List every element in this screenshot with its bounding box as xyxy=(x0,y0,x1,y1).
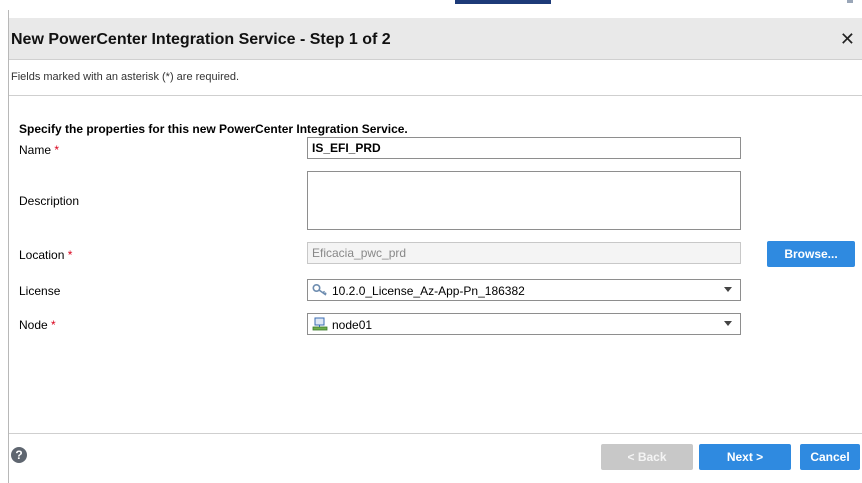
chevron-down-icon[interactable] xyxy=(724,287,732,292)
cancel-button[interactable]: Cancel xyxy=(800,444,860,470)
top-indicator xyxy=(847,0,853,3)
node-value: node01 xyxy=(332,318,373,332)
name-field[interactable]: IS_EFI_PRD xyxy=(307,137,741,159)
chevron-down-icon[interactable] xyxy=(724,321,732,326)
node-label: Node * xyxy=(19,318,56,332)
next-button[interactable]: Next > xyxy=(699,444,791,470)
license-select[interactable]: 10.2.0_License_Az-App-Pn_186382 xyxy=(307,279,741,301)
section-heading: Specify the properties for this new Powe… xyxy=(19,122,408,136)
divider-bottom xyxy=(9,433,862,434)
back-button: < Back xyxy=(601,444,693,470)
dialog-title: New PowerCenter Integration Service - St… xyxy=(11,31,391,48)
node-select[interactable]: node01 xyxy=(307,313,741,335)
license-key-icon xyxy=(312,283,327,296)
license-value: 10.2.0_License_Az-App-Pn_186382 xyxy=(332,284,525,298)
description-field[interactable] xyxy=(307,171,741,230)
name-label: Name * xyxy=(19,143,60,157)
close-icon[interactable]: ✕ xyxy=(840,29,855,50)
location-label: Location * xyxy=(19,248,73,262)
divider-top xyxy=(9,95,862,96)
required-fields-note: Fields marked with an asterisk (*) are r… xyxy=(11,71,240,83)
help-icon[interactable]: ? xyxy=(11,447,27,463)
top-strip xyxy=(0,0,862,10)
active-tab-indicator xyxy=(455,0,551,4)
new-integration-service-dialog: New PowerCenter Integration Service - St… xyxy=(8,10,862,483)
license-label: License xyxy=(19,284,61,298)
location-field: Eficacia_pwc_prd xyxy=(307,242,741,264)
dialog-titlebar: New PowerCenter Integration Service - St… xyxy=(9,18,862,60)
node-computer-icon xyxy=(312,317,328,331)
browse-button[interactable]: Browse... xyxy=(767,241,855,267)
description-label: Description xyxy=(19,194,80,208)
